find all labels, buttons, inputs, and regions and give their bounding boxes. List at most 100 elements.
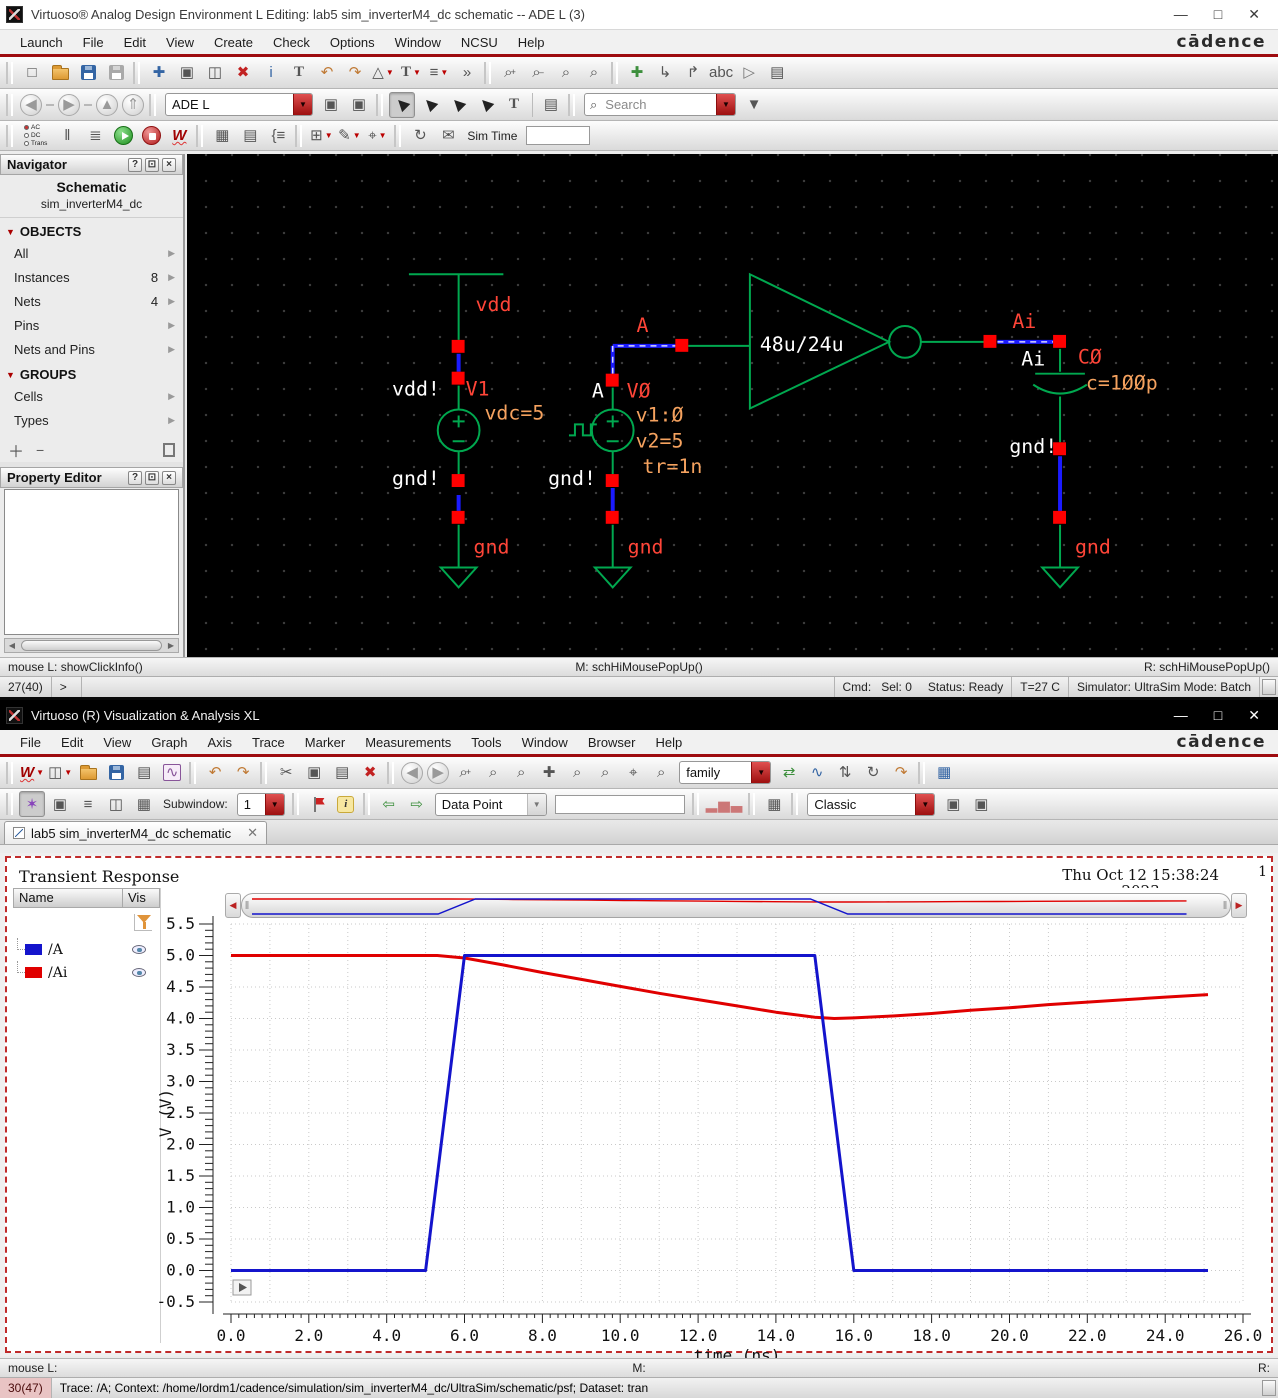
- swap-sweep-button[interactable]: ⇄: [776, 760, 802, 786]
- legend-row-ai[interactable]: /Ai: [13, 961, 160, 984]
- zoom-in-x-button[interactable]: ⌕: [480, 760, 506, 786]
- new-window-button[interactable]: W ▼: [19, 760, 45, 786]
- delete-style-button[interactable]: ▣: [968, 791, 994, 817]
- chevron-down-icon[interactable]: ▼: [293, 94, 312, 115]
- save-button[interactable]: [103, 760, 129, 786]
- chevron-down-icon[interactable]: ▼: [751, 762, 771, 783]
- menu-window[interactable]: Window: [512, 735, 578, 750]
- toolbar-overflow-chevron[interactable]: »: [454, 60, 480, 86]
- edit-text-button[interactable]: T: [286, 60, 312, 86]
- menu-measurements[interactable]: Measurements: [355, 735, 461, 750]
- back-button[interactable]: ◀: [20, 93, 42, 116]
- minimize-button[interactable]: —: [1174, 707, 1188, 724]
- search-combo[interactable]: ⌕ Search ▼: [584, 93, 736, 116]
- create-note-button[interactable]: ▤: [764, 60, 790, 86]
- menu-trace[interactable]: Trace: [242, 735, 295, 750]
- split-horizontal-button[interactable]: ≡: [75, 791, 101, 817]
- groups-section-header[interactable]: ▼ GROUPS: [0, 361, 183, 384]
- add-filter-button[interactable]: ＋: [8, 438, 24, 462]
- paste-button[interactable]: ▤: [329, 760, 355, 786]
- next-zoom-button[interactable]: ▶: [427, 761, 450, 784]
- wizard-button[interactable]: ✶: [19, 791, 45, 817]
- close-button[interactable]: ✕: [1248, 6, 1260, 23]
- close-button[interactable]: ✕: [1248, 707, 1260, 724]
- family-combo[interactable]: family ▼: [679, 761, 772, 784]
- objects-section-header[interactable]: ▼ OBJECTS: [0, 218, 183, 241]
- nav-item-nets[interactable]: Nets 4 ▶: [0, 289, 183, 313]
- replace-graph-button[interactable]: ↷: [888, 760, 914, 786]
- close-panel-icon[interactable]: ×: [162, 157, 176, 172]
- redo-button[interactable]: ↷: [342, 60, 368, 86]
- style-combo[interactable]: Classic ▼: [807, 792, 936, 816]
- property-editor-body[interactable]: [4, 489, 179, 635]
- environment-combo[interactable]: ADE L ▼: [165, 93, 313, 116]
- grid-layout-button[interactable]: ▦: [131, 791, 157, 817]
- delete-button[interactable]: ✖: [357, 760, 383, 786]
- show-table-button[interactable]: ▦: [931, 760, 957, 786]
- window-layout-button[interactable]: ◫ ▼: [47, 760, 73, 786]
- zoom-in-y-button[interactable]: ⌕: [508, 760, 534, 786]
- reload-setup-button[interactable]: ↻: [407, 123, 433, 149]
- select-list-button[interactable]: ▤: [538, 92, 564, 118]
- plot-outputs-button[interactable]: W: [166, 123, 192, 149]
- undo-button[interactable]: ↶: [202, 760, 228, 786]
- maximize-button[interactable]: □: [1214, 6, 1222, 23]
- nav-item-instances[interactable]: Instances 8 ▶: [0, 265, 183, 289]
- undo-button[interactable]: ↶: [314, 60, 340, 86]
- subwindow-combo[interactable]: 1 ▼: [236, 792, 285, 816]
- cut-button[interactable]: ✂: [273, 760, 299, 786]
- minimize-button[interactable]: —: [1174, 6, 1188, 23]
- menu-tools[interactable]: Tools: [461, 735, 511, 750]
- results-browser-button[interactable]: ▤: [237, 123, 263, 149]
- visibility-eye-icon[interactable]: [132, 945, 146, 954]
- nav-item-types[interactable]: Types ▶: [0, 408, 183, 432]
- pan-button[interactable]: ✚: [536, 760, 562, 786]
- panel-layout-icon[interactable]: [163, 443, 175, 457]
- create-bus-button[interactable]: ↱: [680, 60, 706, 86]
- histogram-button[interactable]: ▂▅▃: [705, 791, 745, 817]
- scroll-right-icon[interactable]: ▶: [164, 639, 178, 652]
- nav-item-all[interactable]: All ▶: [0, 241, 183, 265]
- trace-mode-combo[interactable]: Data Point ▼: [434, 792, 547, 816]
- menu-options[interactable]: Options: [320, 35, 385, 50]
- property-editor-hscrollbar[interactable]: ◀ ▶: [4, 638, 179, 653]
- menu-edit[interactable]: Edit: [114, 35, 156, 50]
- menu-launch[interactable]: Launch: [10, 35, 73, 50]
- scrollbar-thumb[interactable]: [21, 640, 162, 651]
- presentation-button[interactable]: ▣: [47, 791, 73, 817]
- split-vertical-button[interactable]: ◫: [103, 791, 129, 817]
- new-cellview-button[interactable]: □: [19, 60, 45, 86]
- menu-file[interactable]: File: [73, 35, 114, 50]
- create-pin-button[interactable]: ✚: [624, 60, 650, 86]
- delete-button[interactable]: ✖: [230, 60, 256, 86]
- copy-button[interactable]: ▣: [301, 760, 327, 786]
- previous-zoom-button[interactable]: ◀: [401, 761, 424, 784]
- properties-button[interactable]: i: [258, 60, 284, 86]
- graph-tab[interactable]: lab5 sim_inverterM4_dc schematic ✕: [4, 821, 268, 844]
- help-icon[interactable]: ?: [128, 157, 142, 172]
- replay-button[interactable]: [232, 1279, 252, 1296]
- measure-button[interactable]: △ ▼: [370, 60, 396, 86]
- copy-style-button[interactable]: ▣: [940, 791, 966, 817]
- save-as-button[interactable]: [103, 60, 129, 86]
- menu-file[interactable]: File: [10, 735, 51, 750]
- select-partial-button[interactable]: ▶: [417, 92, 443, 118]
- overlay-graph-button[interactable]: ∿: [804, 760, 830, 786]
- auto-axes-button[interactable]: ⇅: [832, 760, 858, 786]
- chevron-down-icon[interactable]: ▼: [716, 94, 735, 115]
- zoom-fit-button[interactable]: ⌕: [553, 60, 579, 86]
- legend-name-header[interactable]: Name: [14, 889, 123, 907]
- remove-filter-button[interactable]: −: [36, 442, 44, 458]
- open-button[interactable]: [75, 760, 101, 786]
- select-mode-button[interactable]: ▶: [389, 91, 415, 118]
- navigator-header[interactable]: Navigator ? ⊡ ×: [0, 154, 183, 175]
- top-hierarchy-button[interactable]: ⇑: [122, 93, 144, 116]
- zoom-area-button[interactable]: ⌕: [581, 60, 607, 86]
- run-simulation-button[interactable]: [110, 123, 136, 149]
- tab-close-icon[interactable]: ✕: [247, 825, 258, 841]
- point-value-input[interactable]: [554, 794, 685, 814]
- create-wire-button[interactable]: ↳: [652, 60, 678, 86]
- float-panel-icon[interactable]: ⊡: [145, 470, 159, 485]
- menu-check[interactable]: Check: [263, 35, 320, 50]
- up-hierarchy-button[interactable]: ▲: [96, 93, 118, 116]
